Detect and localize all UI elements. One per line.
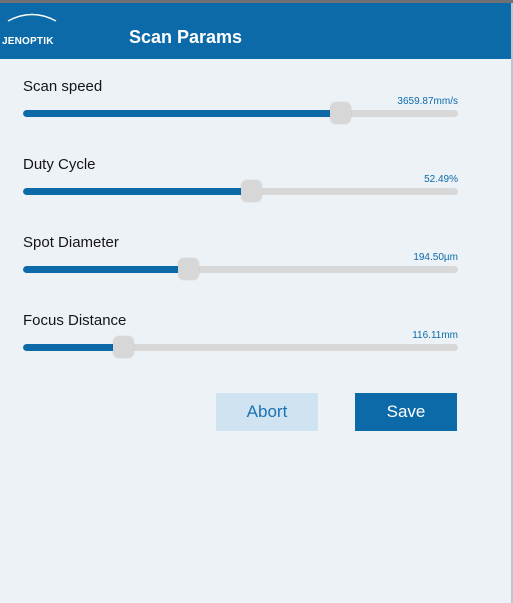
- jenoptik-logo: JENOPTIK: [0, 3, 70, 59]
- focus-distance-value: 116.11mm: [412, 330, 458, 341]
- scan-params-window: JENOPTIK Scan Params Scan speed 3659.87m…: [0, 0, 513, 603]
- duty-cycle-thumb[interactable]: [240, 180, 262, 202]
- focus-distance-track[interactable]: [23, 344, 458, 351]
- scan-speed-track[interactable]: [23, 110, 458, 117]
- duty-cycle-label: Duty Cycle: [23, 156, 96, 173]
- focus-distance-fill: [23, 344, 124, 351]
- abort-button[interactable]: Abort: [216, 393, 318, 431]
- logo-arc-icon: [7, 13, 57, 22]
- focus-distance-label: Focus Distance: [23, 312, 127, 329]
- spot-diameter-fill: [23, 266, 189, 273]
- header-bar: JENOPTIK Scan Params: [0, 3, 511, 59]
- spot-diameter-slider-group: Spot Diameter 194.50µm: [23, 234, 458, 284]
- spot-diameter-value: 194.50µm: [413, 252, 458, 263]
- scan-speed-label: Scan speed: [23, 78, 103, 95]
- spot-diameter-track[interactable]: [23, 266, 458, 273]
- scan-speed-value: 3659.87mm/s: [397, 96, 458, 107]
- scan-speed-fill: [23, 110, 341, 117]
- save-button[interactable]: Save: [355, 393, 457, 431]
- duty-cycle-fill: [23, 188, 252, 195]
- focus-distance-slider-group: Focus Distance 116.11mm: [23, 312, 458, 362]
- focus-distance-thumb[interactable]: [112, 336, 134, 358]
- scan-speed-thumb[interactable]: [330, 102, 352, 124]
- logo-text: JENOPTIK: [2, 36, 54, 47]
- scan-speed-slider-group: Scan speed 3659.87mm/s: [23, 78, 458, 128]
- page-title: Scan Params: [129, 27, 243, 47]
- duty-cycle-value: 52.49%: [424, 174, 458, 185]
- spot-diameter-label: Spot Diameter: [23, 234, 119, 251]
- duty-cycle-slider-group: Duty Cycle 52.49%: [23, 156, 458, 206]
- spot-diameter-thumb[interactable]: [177, 258, 199, 280]
